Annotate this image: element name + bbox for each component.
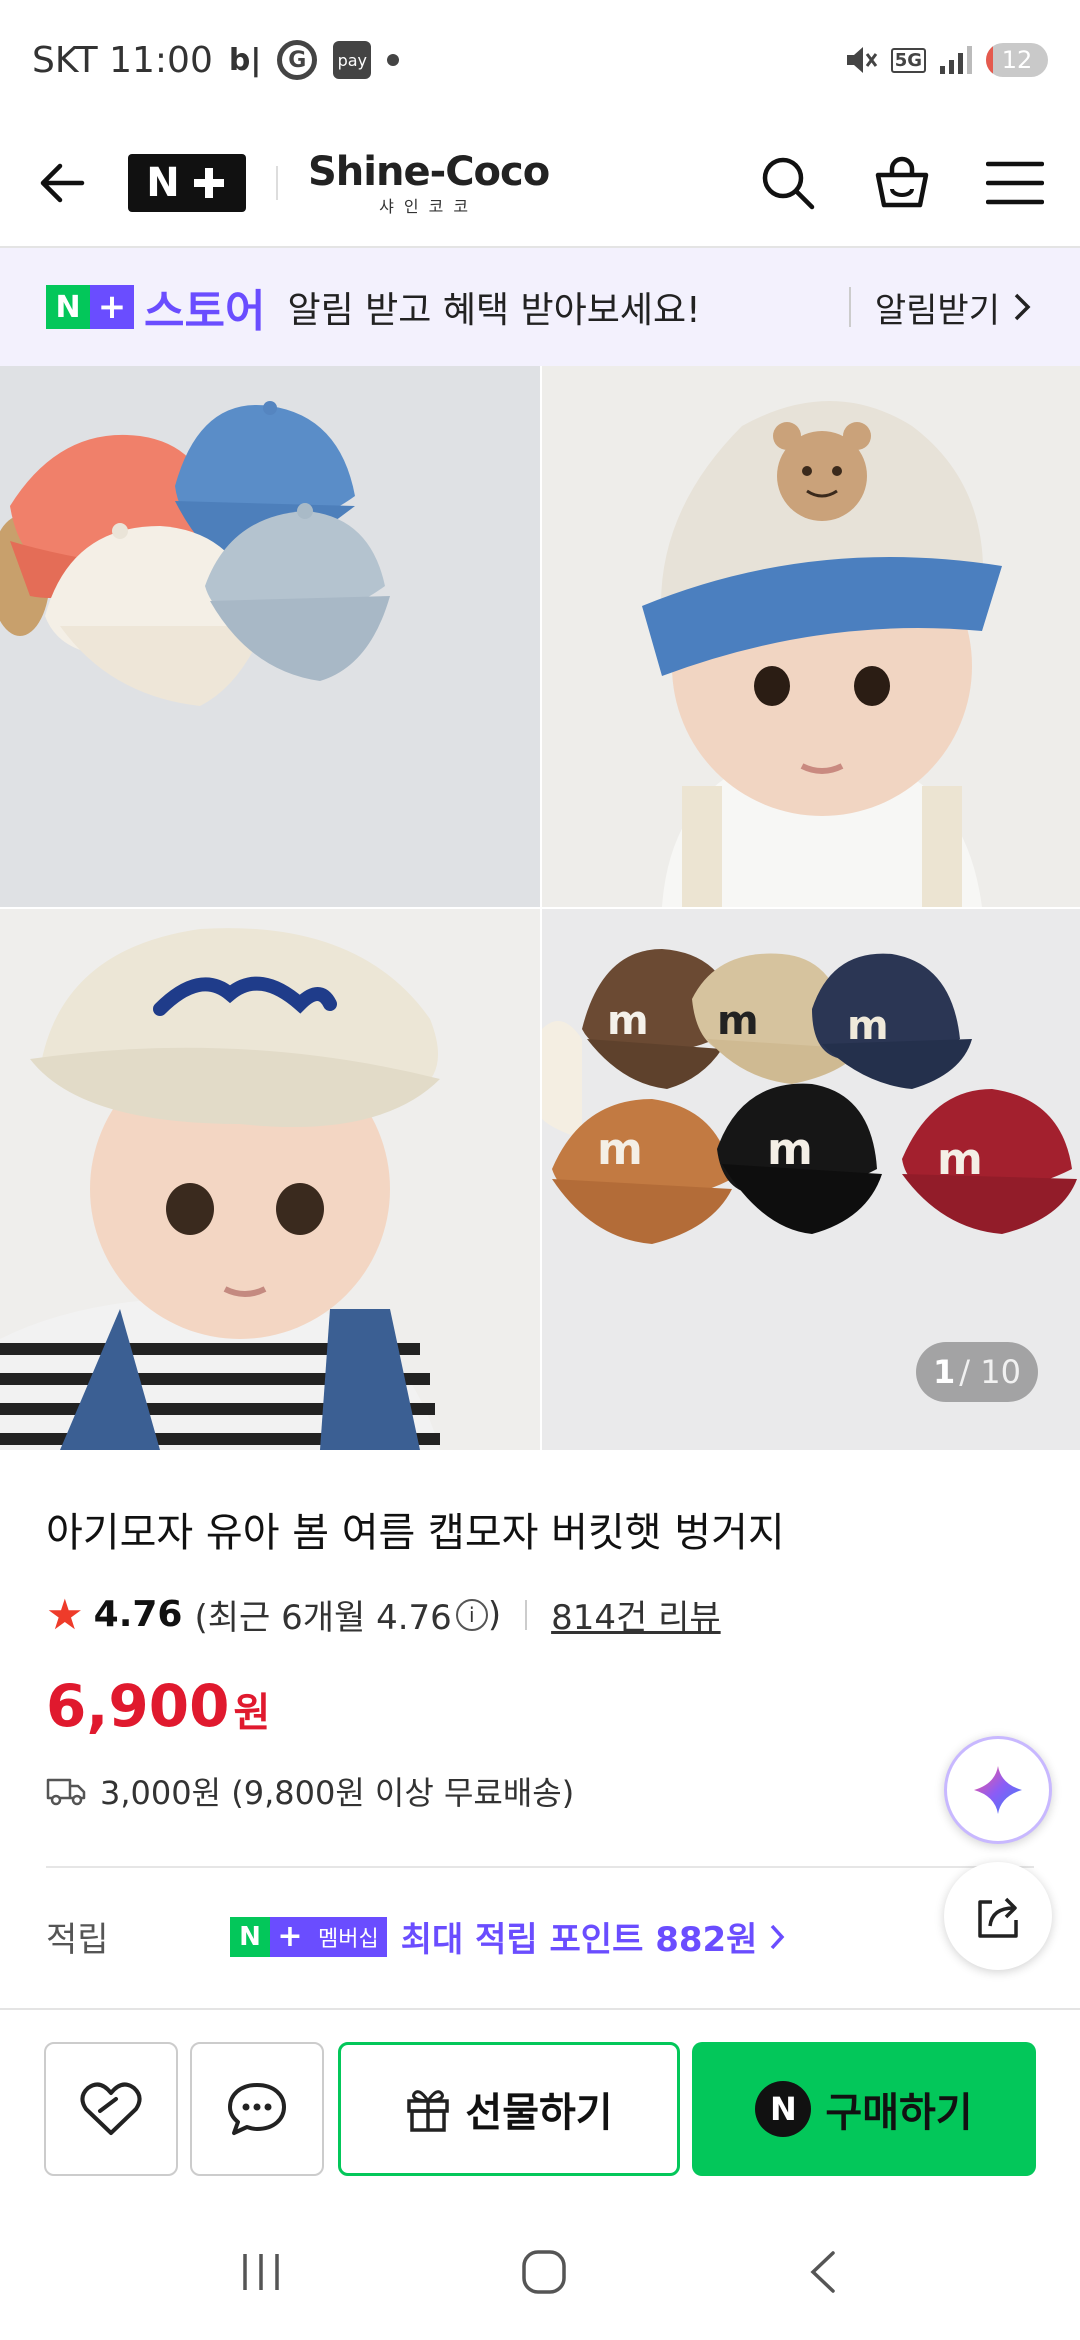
google-app-icon: G bbox=[277, 40, 318, 80]
svg-text:m: m bbox=[767, 1124, 813, 1175]
system-nav-bar bbox=[0, 2204, 1080, 2340]
product-photo-lucky-cap-model bbox=[0, 909, 540, 1450]
product-title: 아기모자 유아 봄 여름 캡모자 버킷햇 벙거지 bbox=[46, 1510, 785, 1556]
store-label: 스토어 bbox=[144, 286, 266, 337]
notification-dot-icon bbox=[387, 54, 400, 66]
gift-label: 선물하기 bbox=[465, 2090, 613, 2136]
gallery-counter: 1 / 10 bbox=[916, 1342, 1038, 1402]
recent-apps-icon[interactable] bbox=[237, 2250, 285, 2294]
back-nav-icon[interactable] bbox=[803, 2247, 843, 2297]
product-price: 6,900 원 bbox=[46, 1672, 271, 1740]
recent-rating-close: ) bbox=[487, 1594, 502, 1635]
cart-icon[interactable] bbox=[872, 153, 932, 213]
search-icon[interactable] bbox=[758, 153, 818, 213]
chevron-right-icon bbox=[1014, 293, 1031, 321]
gift-button[interactable]: 선물하기 bbox=[338, 2042, 680, 2176]
truck-icon bbox=[46, 1778, 86, 1806]
blog-app-icon: b| bbox=[228, 42, 262, 78]
star-icon: ★ bbox=[46, 1590, 84, 1639]
shipping-text: 3,000원 (9,800원 이상 무료배송) bbox=[100, 1774, 575, 1812]
battery-icon: 12 bbox=[986, 43, 1048, 77]
network-5g-icon: 5G bbox=[890, 47, 926, 73]
rating-row: ★ 4.76 (최근 6개월 4.76 i ) 814건 리뷰 bbox=[46, 1590, 721, 1639]
nplus-store-badge: N + bbox=[46, 285, 134, 329]
svg-text:m: m bbox=[847, 1003, 889, 1049]
svg-text:m: m bbox=[607, 998, 649, 1044]
menu-icon[interactable] bbox=[986, 158, 1044, 208]
arrow-left-icon[interactable] bbox=[36, 157, 88, 209]
product-photo-m-caps: m m m m m m 1 / 10 bbox=[542, 909, 1080, 1450]
home-icon[interactable] bbox=[519, 2247, 569, 2297]
svg-text:m: m bbox=[937, 1134, 983, 1185]
product-photo-pastel-caps bbox=[0, 366, 540, 907]
banner-message: 알림 받고 혜택 받아보세요! bbox=[287, 290, 701, 331]
shop-logo[interactable]: Shine-Coco 샤인코코 bbox=[308, 149, 550, 217]
pay-app-icon: pay bbox=[333, 41, 372, 79]
buy-button[interactable]: N 구매하기 bbox=[692, 2042, 1036, 2176]
rating-divider bbox=[525, 1599, 528, 1630]
section-divider bbox=[46, 1866, 1034, 1868]
subscribe-alert-label: 알림받기 bbox=[874, 290, 1000, 331]
review-count-link[interactable]: 814건 리뷰 bbox=[551, 1590, 721, 1639]
buy-label: 구매하기 bbox=[825, 2090, 973, 2136]
gift-icon bbox=[407, 2090, 450, 2132]
share-icon bbox=[978, 1897, 1018, 1938]
svg-text:m: m bbox=[717, 998, 759, 1044]
product-photo-bear-cap-model bbox=[542, 366, 1080, 907]
carrier-time: SKT 11:00 bbox=[32, 39, 213, 81]
chat-bubble-icon bbox=[228, 2083, 286, 2135]
subscribe-alert-button[interactable]: 알림받기 bbox=[848, 287, 1034, 331]
info-icon[interactable]: i bbox=[455, 1598, 488, 1631]
shipping-info: 3,000원 (9,800원 이상 무료배송) bbox=[46, 1768, 574, 1814]
signal-icon bbox=[940, 46, 972, 74]
points-text: 최대 적립 포인트 882원 bbox=[400, 1920, 758, 1960]
heart-outline-icon bbox=[80, 2082, 142, 2135]
purchase-action-bar: 선물하기 N 구매하기 bbox=[0, 2008, 1080, 2204]
app-header: N Shine-Coco 샤인코코 bbox=[0, 120, 1080, 248]
rating-value: 4.76 bbox=[93, 1594, 183, 1635]
points-row[interactable]: 적립 N + 멤버십 최대 적립 포인트 882원 bbox=[46, 1912, 1034, 1961]
talk-talk-button[interactable] bbox=[190, 2042, 324, 2176]
ai-assistant-button[interactable] bbox=[944, 1736, 1052, 1844]
status-bar: SKT 11:00 b| G pay 5G 12 bbox=[0, 0, 1080, 120]
nplus-logo[interactable]: N bbox=[128, 154, 246, 212]
recent-rating: (최근 6개월 4.76 bbox=[194, 1598, 452, 1638]
product-image-gallery[interactable]: m m m m m m 1 / 10 bbox=[0, 366, 1080, 1450]
naver-pay-badge: N bbox=[755, 2081, 812, 2137]
share-button[interactable] bbox=[944, 1862, 1052, 1970]
chevron-right-icon bbox=[771, 1924, 785, 1949]
notification-banner[interactable]: N + 스토어 알림 받고 혜택 받아보세요! 알림받기 bbox=[0, 248, 1080, 366]
points-label: 적립 bbox=[46, 1920, 109, 1960]
sparkle-icon bbox=[974, 1766, 1022, 1814]
svg-text:m: m bbox=[597, 1124, 643, 1175]
membership-badge: N + 멤버십 bbox=[230, 1916, 387, 1957]
header-divider bbox=[276, 166, 278, 200]
wishlist-button[interactable] bbox=[44, 2042, 178, 2176]
mute-icon bbox=[846, 47, 877, 73]
